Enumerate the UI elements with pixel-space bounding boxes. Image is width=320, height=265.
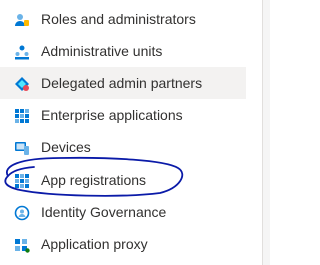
nav-item-label: App registrations (41, 172, 147, 188)
left-nav-menu: Roles and administrators Administrative … (0, 0, 262, 265)
nav-item-label: Enterprise applications (41, 107, 183, 123)
application-proxy-icon (14, 237, 30, 253)
nav-item-label: Application proxy (41, 236, 148, 252)
nav-item-enterprise-applications[interactable]: Enterprise applications (0, 99, 246, 131)
nav-item-administrative-units[interactable]: Administrative units (0, 35, 246, 67)
admin-units-icon (14, 44, 30, 60)
nav-item-label: Roles and administrators (41, 11, 196, 27)
devices-icon (14, 140, 30, 156)
nav-item-label: Delegated admin partners (41, 75, 203, 91)
nav-item-label: Devices (41, 139, 91, 155)
nav-item-roles-and-administrators[interactable]: Roles and administrators (0, 3, 246, 35)
nav-item-identity-governance[interactable]: Identity Governance (0, 196, 246, 228)
app-registrations-icon (14, 173, 30, 189)
nav-item-app-registrations[interactable]: App registrations (0, 164, 246, 196)
roles-icon (14, 12, 30, 28)
partners-icon (14, 76, 30, 92)
scrollbar-track[interactable] (262, 0, 270, 265)
nav-item-devices[interactable]: Devices (0, 131, 246, 163)
nav-item-label: Identity Governance (41, 204, 167, 220)
enterprise-apps-icon (14, 108, 30, 124)
identity-governance-icon (14, 205, 30, 221)
nav-item-delegated-admin-partners[interactable]: Delegated admin partners (0, 67, 246, 99)
nav-item-application-proxy[interactable]: Application proxy (0, 228, 246, 260)
nav-item-label: Administrative units (41, 43, 163, 59)
